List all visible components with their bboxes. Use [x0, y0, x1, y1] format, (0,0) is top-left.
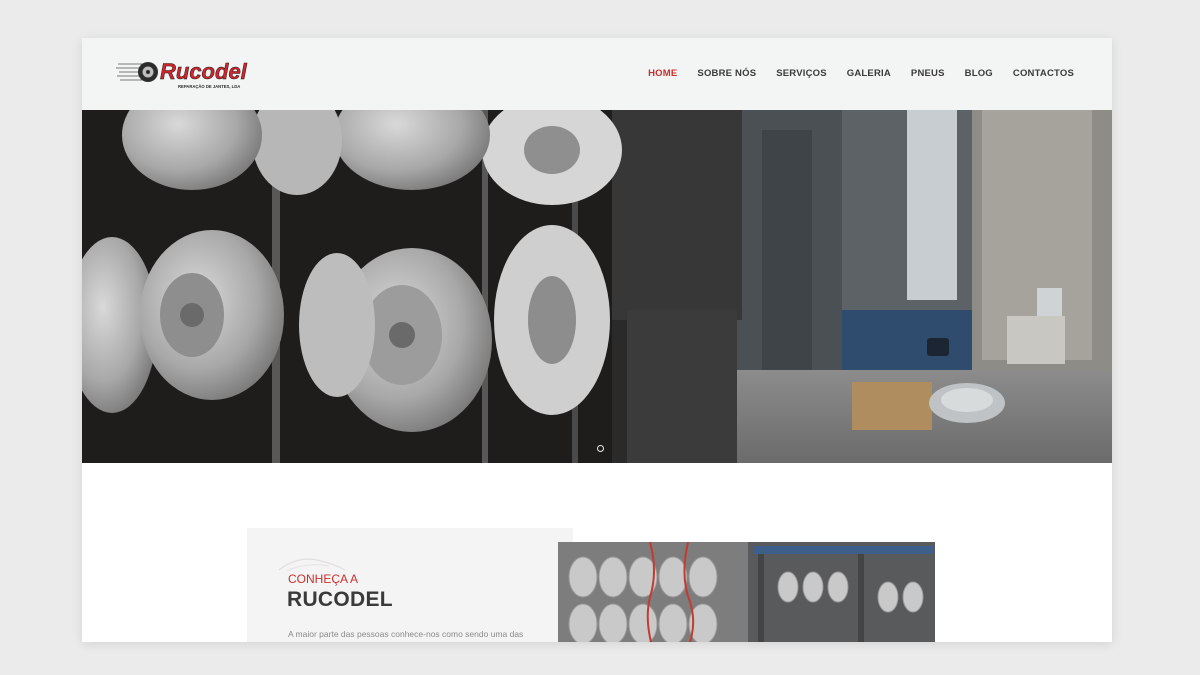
hero-slider: [82, 110, 1112, 463]
nav-item-servicos[interactable]: SERVIÇOS: [776, 68, 827, 79]
about-photo: [558, 542, 935, 642]
nav-item-sobre-nos[interactable]: SOBRE NÓS: [697, 68, 756, 79]
nav-item-blog[interactable]: BLOG: [965, 68, 993, 79]
about-text: A maior parte das pessoas conhece-nos co…: [288, 629, 524, 639]
nav-item-home[interactable]: HOME: [648, 68, 677, 79]
nav-item-contactos[interactable]: CONTACTOS: [1013, 68, 1074, 79]
nav-item-pneus[interactable]: PNEUS: [911, 68, 945, 79]
logo-wordmark: Rucodel: [160, 59, 248, 84]
about-card: CONHEÇA A RUCODEL A maior parte das pess…: [247, 528, 573, 642]
main-nav: HOME SOBRE NÓS SERVIÇOS GALERIA PNEUS BL…: [648, 68, 1074, 79]
site-logo[interactable]: Rucodel REPARAÇÃO DE JANTES, LDA: [116, 56, 258, 90]
car-swoosh-icon: [278, 558, 346, 572]
about-section: CONHEÇA A RUCODEL A maior parte das pess…: [82, 463, 1112, 642]
about-title: RUCODEL: [287, 588, 393, 611]
browser-page: Rucodel REPARAÇÃO DE JANTES, LDA HOME SO…: [82, 38, 1112, 642]
logo-tagline: REPARAÇÃO DE JANTES, LDA: [178, 84, 240, 89]
about-kicker: CONHEÇA A: [288, 572, 359, 586]
nav-item-galeria[interactable]: GALERIA: [847, 68, 891, 79]
site-header: Rucodel REPARAÇÃO DE JANTES, LDA HOME SO…: [82, 38, 1112, 110]
hero-image: [82, 110, 1112, 463]
slider-dot-icon[interactable]: [597, 445, 604, 452]
tire-icon: [116, 62, 158, 82]
